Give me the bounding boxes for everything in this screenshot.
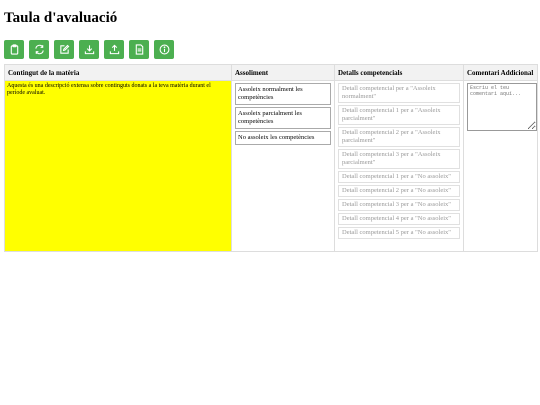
level-option-normal[interactable]: Assoleix normalment les competències xyxy=(235,83,331,105)
header-comment: Comentari Addicional xyxy=(463,64,538,81)
comment-cell xyxy=(463,80,538,252)
detail-item[interactable]: Detall competencial 3 per a "Assoleix pa… xyxy=(338,149,460,169)
achievement-cell: Assoleix normalment les competències Ass… xyxy=(231,80,335,252)
refresh-icon xyxy=(34,44,44,55)
detail-item[interactable]: Detall competencial 2 per a "Assoleix pa… xyxy=(338,127,460,147)
info-icon xyxy=(159,44,169,55)
clipboard-icon xyxy=(10,44,18,55)
detail-item[interactable]: Detall competencial 1 per a "Assoleix pa… xyxy=(338,105,460,125)
edit-icon xyxy=(59,44,69,54)
refresh-button[interactable] xyxy=(29,40,49,59)
download-button[interactable] xyxy=(79,40,99,59)
detail-item[interactable]: Detall competencial 3 per a "No assoleix… xyxy=(338,199,460,211)
page: Taula d'avaluació Contingut de la matèri… xyxy=(0,0,540,252)
document-button[interactable] xyxy=(129,40,149,59)
table-row: Aquesta és una descripció extensa sobre … xyxy=(4,80,538,252)
header-achievement: Assoliment xyxy=(231,64,335,81)
upload-icon xyxy=(109,44,119,55)
upload-button[interactable] xyxy=(104,40,124,59)
detail-item[interactable]: Detall competencial 2 per a "No assoleix… xyxy=(338,185,460,197)
detail-item[interactable]: Detall competencial 5 per a "No assoleix… xyxy=(338,227,460,239)
clipboard-button[interactable] xyxy=(4,40,24,59)
header-content: Contingut de la matèria xyxy=(4,64,232,81)
content-description[interactable]: Aquesta és una descripció extensa sobre … xyxy=(4,80,232,252)
header-details: Detalls competencials xyxy=(334,64,464,81)
toolbar xyxy=(4,40,536,59)
detail-item[interactable]: Detall competencial 1 per a "No assoleix… xyxy=(338,171,460,183)
details-cell: Detall competencial per a "Assoleix norm… xyxy=(334,80,464,252)
document-icon xyxy=(135,44,143,55)
info-button[interactable] xyxy=(154,40,174,59)
table-header-row: Contingut de la matèria Assoliment Detal… xyxy=(4,64,538,81)
download-icon xyxy=(84,45,94,55)
detail-item[interactable]: Detall competencial per a "Assoleix norm… xyxy=(338,83,460,103)
edit-button[interactable] xyxy=(54,40,74,59)
level-option-partial[interactable]: Assoleix parcialment les competències xyxy=(235,107,331,129)
page-title: Taula d'avaluació xyxy=(4,10,118,26)
comment-textarea[interactable] xyxy=(467,83,537,131)
detail-item[interactable]: Detall competencial 4 per a "No assoleix… xyxy=(338,213,460,225)
evaluation-table: Contingut de la matèria Assoliment Detal… xyxy=(4,64,538,252)
level-option-not[interactable]: No assoleix les competències xyxy=(235,131,331,145)
